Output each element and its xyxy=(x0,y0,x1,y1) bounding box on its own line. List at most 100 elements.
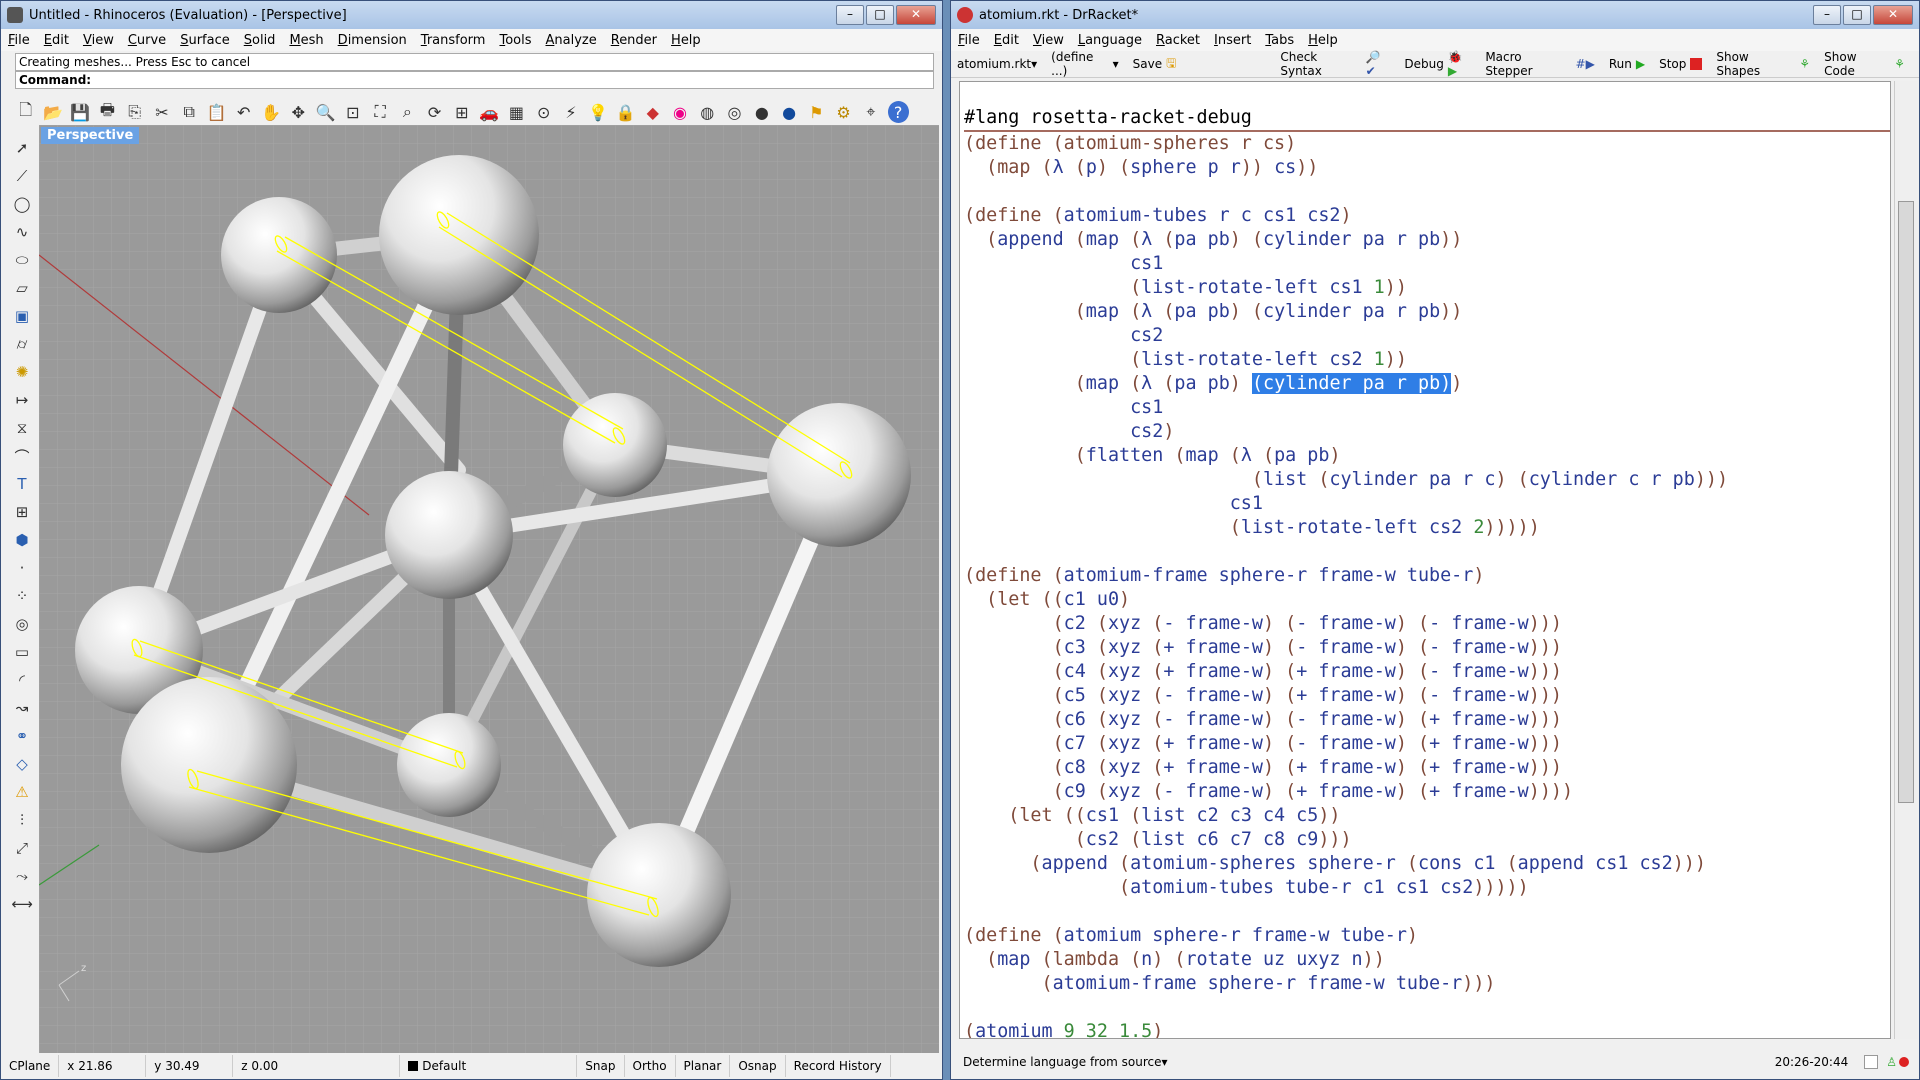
wireframe-sphere-icon[interactable]: ◍ xyxy=(697,101,718,123)
car-icon[interactable]: 🚗 xyxy=(479,101,500,123)
dimension-icon[interactable]: ⟷ xyxy=(11,893,33,915)
stop-button[interactable]: Stop xyxy=(1659,57,1703,71)
rhino-menu-transform[interactable]: Transform xyxy=(414,33,493,48)
macro-stepper-button[interactable]: Macro Stepper #▶ xyxy=(1485,50,1595,78)
rhino-menu-render[interactable]: Render xyxy=(604,33,664,48)
viewport-label[interactable]: Perspective xyxy=(41,127,140,144)
drracket-menu-insert[interactable]: Insert xyxy=(1207,33,1258,48)
cut-icon[interactable]: ✂ xyxy=(151,101,172,123)
minimize-icon[interactable]: – xyxy=(836,5,864,25)
paste-icon[interactable]: 📋 xyxy=(206,101,227,123)
rhino-menu-help[interactable]: Help xyxy=(664,33,708,48)
save-button[interactable]: Save 🖫 xyxy=(1133,54,1177,75)
rotate-view-icon[interactable]: ⟳ xyxy=(424,101,445,123)
render-sphere-icon[interactable]: ● xyxy=(778,101,799,123)
transform-icon[interactable]: ⚠ xyxy=(11,781,33,803)
options-gear-icon[interactable]: ⚙ xyxy=(833,101,854,123)
snap-points-icon[interactable]: ⌖ xyxy=(860,101,881,123)
definitions-editor[interactable]: #lang rosetta-racket-debug (define (atomi… xyxy=(959,81,1891,1039)
drracket-menu-language[interactable]: Language xyxy=(1071,33,1149,48)
save-icon[interactable]: 💾 xyxy=(70,101,91,123)
layer-icon[interactable]: ◆ xyxy=(642,101,663,123)
rectangle-icon[interactable]: ▭ xyxy=(11,641,33,663)
zoom-extents-icon[interactable]: ⛶ xyxy=(369,101,390,123)
rhino-menu-analyze[interactable]: Analyze xyxy=(538,33,603,48)
light-bulb-icon[interactable]: 💡 xyxy=(588,101,609,123)
define-selector[interactable]: (define ...) ▾ xyxy=(1051,50,1118,78)
show-code-button[interactable]: Show Code ⚘ xyxy=(1824,50,1905,78)
cylinder-icon[interactable]: ⌭ xyxy=(11,333,33,355)
selected-expression[interactable]: (cylinder pa r pb) xyxy=(1251,373,1452,394)
rhino-command-line[interactable]: Command: xyxy=(15,71,934,89)
drracket-menu-view[interactable]: View xyxy=(1026,33,1071,48)
torus-icon[interactable]: ◎ xyxy=(11,613,33,635)
rhino-menu-edit[interactable]: Edit xyxy=(37,33,76,48)
fillet-icon[interactable]: ⌒ xyxy=(11,445,33,467)
rhino-menu-file[interactable]: File xyxy=(1,33,37,48)
editor-scrollbar[interactable] xyxy=(1894,81,1917,1039)
join-icon[interactable]: ⚭ xyxy=(11,725,33,747)
show-shapes-button[interactable]: Show Shapes ⚘ xyxy=(1716,50,1810,78)
circle-icon[interactable]: ◯ xyxy=(11,193,33,215)
rhino-menu-tools[interactable]: Tools xyxy=(492,33,538,48)
arc-icon[interactable]: ◜ xyxy=(11,669,33,691)
check-syntax-button[interactable]: Check Syntax 🔎✔ xyxy=(1280,50,1390,78)
extend-icon[interactable]: ↦ xyxy=(11,389,33,411)
language-selector[interactable]: Determine language from source▾ xyxy=(963,1055,1168,1069)
rhino-menu-view[interactable]: View xyxy=(76,33,121,48)
drracket-menu-file[interactable]: File xyxy=(951,33,987,48)
boolean-icon[interactable]: ⧖ xyxy=(11,417,33,439)
copy-icon[interactable]: ⧉ xyxy=(179,101,200,123)
pan-hand-icon[interactable]: ✋ xyxy=(260,101,281,123)
rhino-menu-dimension[interactable]: Dimension xyxy=(331,33,414,48)
array-icon[interactable]: ⫶ xyxy=(11,809,33,831)
close-icon[interactable]: ✕ xyxy=(1873,5,1913,25)
open-icon[interactable]: 📂 xyxy=(42,101,63,123)
maximize-icon[interactable]: □ xyxy=(866,5,894,25)
ellipse-icon[interactable]: ⬭ xyxy=(11,249,33,271)
file-selector[interactable]: atomium.rkt ▾ xyxy=(957,57,1037,71)
rhino-menu-curve[interactable]: Curve xyxy=(121,33,173,48)
close-icon[interactable]: ✕ xyxy=(896,5,936,25)
perspective-viewport[interactable]: Perspective z xyxy=(39,125,939,1053)
control-points-icon[interactable]: ⁘ xyxy=(11,585,33,607)
solid-tools-icon[interactable]: ⬢ xyxy=(11,529,33,551)
minimize-icon[interactable]: – xyxy=(1813,5,1841,25)
help-icon[interactable]: ? xyxy=(887,101,909,123)
point-icon[interactable]: · xyxy=(11,557,33,579)
current-layer[interactable]: Default xyxy=(400,1055,578,1077)
source-code[interactable]: #lang rosetta-racket-debug (define (atomi… xyxy=(960,82,1890,1038)
plane-icon[interactable]: ◇ xyxy=(11,753,33,775)
rhino-menu-solid[interactable]: Solid xyxy=(237,33,283,48)
grid-tool-icon[interactable]: ▦ xyxy=(506,101,527,123)
shaded-sphere-icon[interactable]: ◎ xyxy=(724,101,745,123)
cplane-icon[interactable]: ⊙ xyxy=(533,101,554,123)
run-button[interactable]: Run ▶ xyxy=(1609,57,1645,71)
color-wheel-icon[interactable]: ◉ xyxy=(669,101,690,123)
drracket-menu-tabs[interactable]: Tabs xyxy=(1258,33,1301,48)
polyline-icon[interactable]: ⟋ xyxy=(11,165,33,187)
zoom-selected-icon[interactable]: ⌕ xyxy=(397,101,418,123)
render-flag-icon[interactable]: ⚑ xyxy=(806,101,827,123)
rhino-menu-surface[interactable]: Surface xyxy=(173,33,237,48)
cplane-label[interactable]: CPlane xyxy=(1,1055,60,1077)
text-icon[interactable]: T xyxy=(11,473,33,495)
rendered-sphere-icon[interactable]: ● xyxy=(751,101,772,123)
new-icon[interactable]: 🗋 xyxy=(15,100,36,123)
drracket-menu-help[interactable]: Help xyxy=(1301,33,1345,48)
zoom-icon[interactable]: 🔍 xyxy=(315,101,336,123)
osnap-toggle[interactable]: Osnap xyxy=(730,1055,786,1077)
rhino-menu-mesh[interactable]: Mesh xyxy=(282,33,330,48)
print-icon[interactable]: 🖶 xyxy=(97,100,118,123)
sweep-icon[interactable]: ↝ xyxy=(11,697,33,719)
flow-icon[interactable]: ⤳ xyxy=(11,865,33,887)
snap-toggle[interactable]: Snap xyxy=(577,1055,625,1077)
curve-icon[interactable]: ∿ xyxy=(11,221,33,243)
mesh-icon[interactable]: ✺ xyxy=(11,361,33,383)
select-arrow-icon[interactable]: ➚ xyxy=(11,137,33,159)
record-history-toggle[interactable]: Record History xyxy=(786,1055,891,1077)
drracket-menu-racket[interactable]: Racket xyxy=(1149,33,1207,48)
lock-icon[interactable]: 🔒 xyxy=(615,101,636,123)
zoom-window-icon[interactable]: ⊡ xyxy=(342,101,363,123)
undo-icon[interactable]: ↶ xyxy=(233,101,254,123)
